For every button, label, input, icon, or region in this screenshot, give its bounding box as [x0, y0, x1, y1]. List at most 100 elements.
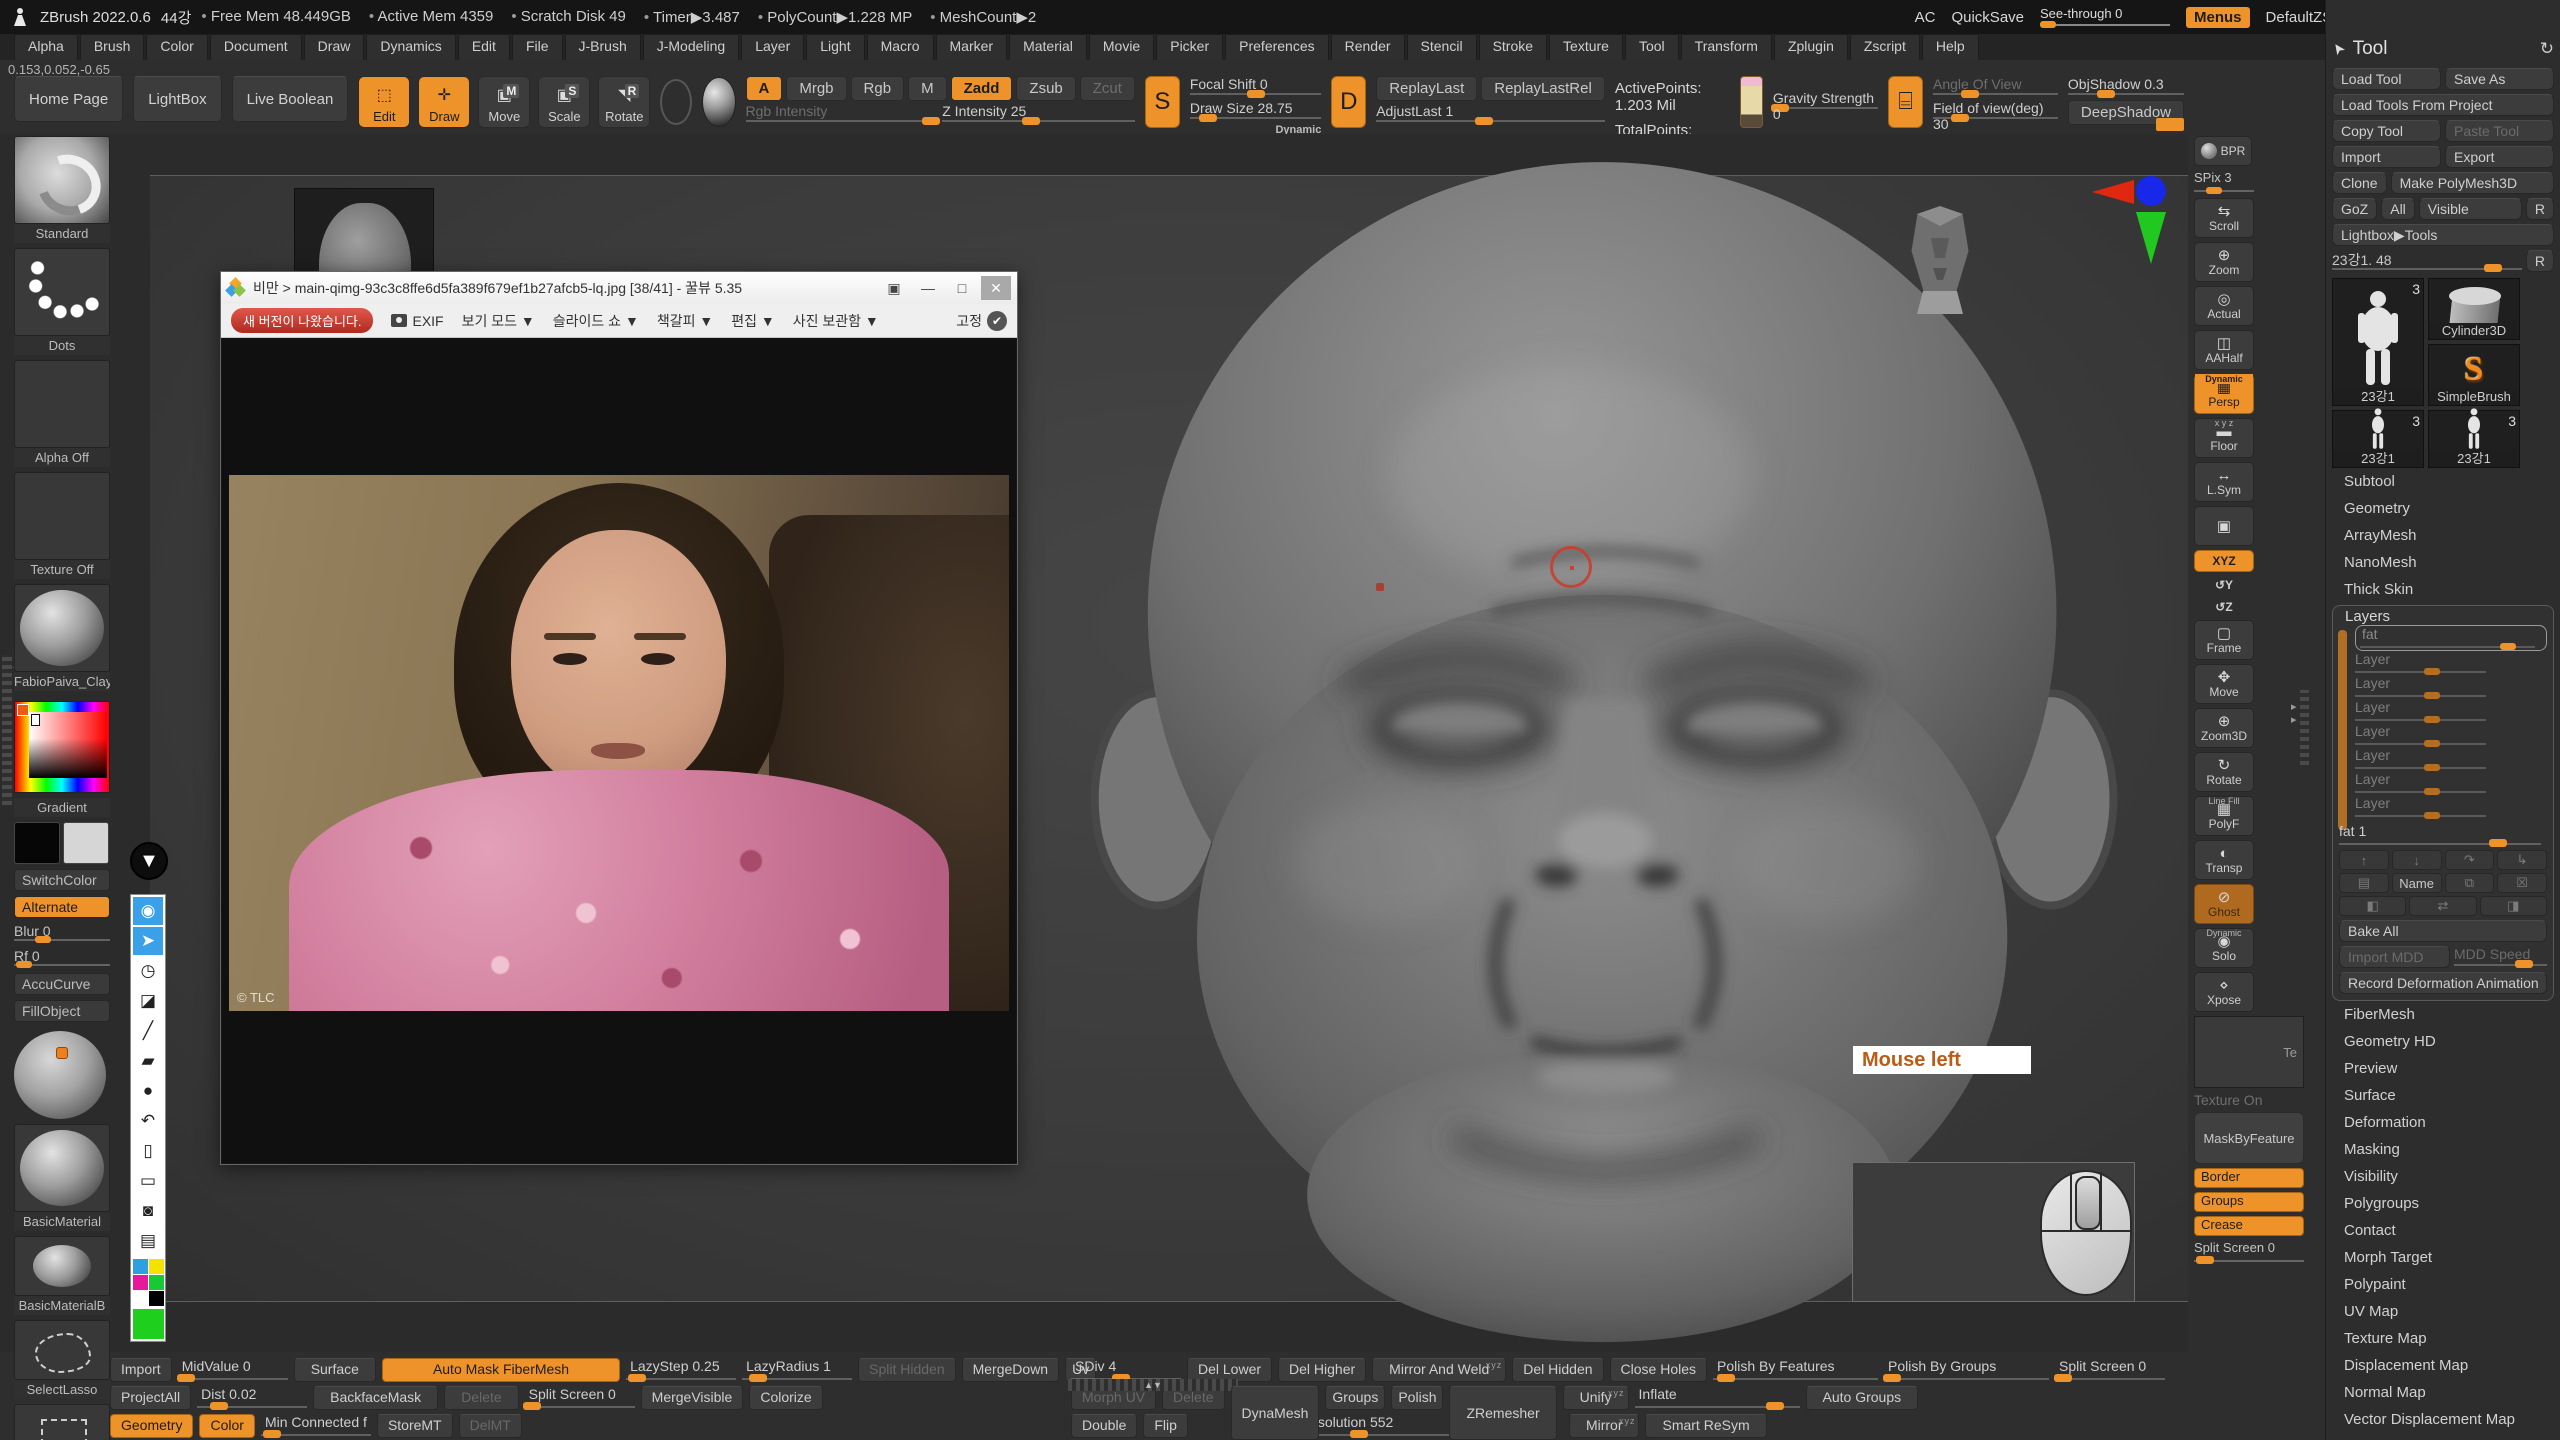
bottom-bar-item[interactable]: Flip: [1143, 1414, 1188, 1438]
z-intensity-slider[interactable]: Z Intensity 25: [942, 103, 1135, 125]
bottom-bar-item[interactable]: Smart ReSym: [1645, 1414, 1766, 1438]
zcut-toggle[interactable]: Zcut: [1080, 76, 1135, 101]
layer-misc-button[interactable]: ◨: [2480, 896, 2547, 916]
whiteboard-icon[interactable]: ▭: [133, 1167, 163, 1195]
alternate-button[interactable]: Alternate: [14, 896, 110, 918]
bottom-bar-item[interactable]: MidValue 0: [178, 1358, 288, 1382]
menu-item[interactable]: Material: [1009, 34, 1087, 60]
strip-button[interactable]: ⋄ Xpose: [2194, 972, 2254, 1012]
tool-panel-section[interactable]: FiberMesh: [2332, 1001, 2554, 1028]
stroke-preview-icon[interactable]: [702, 77, 736, 127]
lightbox-tools-button[interactable]: Lightbox▶Tools: [2332, 224, 2554, 246]
menu-item[interactable]: Picker: [1156, 34, 1223, 60]
viewer-menu-item[interactable]: 편집 ▼: [731, 311, 775, 331]
bottom-bar-item[interactable]: Inflate: [1635, 1386, 1800, 1410]
layer-misc-button[interactable]: ⇄: [2409, 896, 2476, 916]
gravity-pencil-icon[interactable]: [1740, 76, 1763, 128]
eye-icon[interactable]: ◉: [133, 897, 163, 925]
rgb-toggle[interactable]: Rgb: [851, 76, 905, 101]
strip-button[interactable]: ▣: [2194, 506, 2254, 546]
strip-button[interactable]: ▢ Frame: [2194, 620, 2254, 660]
bottom-bar-item[interactable]: Polish: [1391, 1386, 1443, 1410]
shelf-item[interactable]: Standard: [14, 136, 110, 243]
bottom-bar-item[interactable]: BackfaceMask: [313, 1386, 438, 1410]
strip-button[interactable]: ⊕ Zoom: [2194, 242, 2254, 282]
import-button[interactable]: Import: [2332, 146, 2441, 168]
eraser-icon[interactable]: ◪: [133, 987, 163, 1015]
tool-thumbnail-active[interactable]: 3 23강1: [2332, 278, 2424, 406]
spix-slider[interactable]: SPix 3: [2194, 170, 2254, 194]
tool-panel-section[interactable]: Normal Map: [2332, 1379, 2554, 1406]
bottom-bar-item[interactable]: ZRemesher: [1449, 1386, 1556, 1440]
menu-item[interactable]: Alpha: [14, 34, 78, 60]
shelf-item[interactable]: BasicMaterialB: [14, 1236, 110, 1315]
viewer-fullscreen-button[interactable]: ▣: [879, 276, 909, 300]
layer-row[interactable]: Layer: [2355, 771, 2547, 795]
clone-button[interactable]: Clone: [2332, 172, 2387, 194]
shelf-item[interactable]: Alpha Off: [14, 360, 110, 467]
blur-slider[interactable]: Blur 0: [14, 923, 110, 943]
menu-item[interactable]: Document: [210, 34, 302, 60]
divider-arrow-icon[interactable]: ▸▸: [2291, 700, 2297, 726]
field-of-view-slider[interactable]: Field of view(deg) 30: [1933, 100, 2058, 122]
tool-panel-section[interactable]: UV Map: [2332, 1298, 2554, 1325]
left-divider-handle[interactable]: [2, 655, 12, 805]
strip-button[interactable]: ⊕ Zoom3D: [2194, 708, 2254, 748]
goz-visible-button[interactable]: Visible: [2419, 198, 2522, 220]
layer-intensity-slider[interactable]: fat 1: [2339, 823, 2547, 847]
bottom-bar-item[interactable]: Del Hidden: [1512, 1358, 1603, 1382]
tool-panel-section[interactable]: Morph Target: [2332, 1244, 2554, 1271]
timer-off-icon[interactable]: ◷: [133, 957, 163, 985]
bottom-bar-item[interactable]: Del Higher: [1278, 1358, 1366, 1382]
strip-button[interactable]: ↔ L.Sym: [2194, 462, 2254, 502]
tool-panel-section[interactable]: Surface: [2332, 1082, 2554, 1109]
tool-panel-section[interactable]: Masking: [2332, 1136, 2554, 1163]
camera-view-icon[interactable]: ⌸: [1888, 76, 1923, 128]
menu-item[interactable]: Movie: [1089, 34, 1154, 60]
brush-s-icon[interactable]: S: [1145, 76, 1180, 128]
switch-color-button[interactable]: SwitchColor: [14, 869, 110, 891]
copy-tool-button[interactable]: Copy Tool: [2332, 120, 2441, 142]
bottom-bar-item[interactable]: Resolution 552: [1296, 1414, 1461, 1438]
shelf-item[interactable]: FabioPaiva_Clay2: [14, 584, 110, 691]
color-swatch[interactable]: [133, 1291, 148, 1306]
tool-thumbnail-cylinder[interactable]: Cylinder3D: [2428, 278, 2520, 340]
tool-item-slider[interactable]: 23강1. 48: [2332, 250, 2522, 272]
shelf-item[interactable]: SelectLasso: [14, 1320, 110, 1399]
bottom-bar-item[interactable]: Auto Groups: [1806, 1386, 1919, 1410]
bottom-bar-item[interactable]: Split Hidden: [858, 1358, 956, 1382]
tool-panel-section[interactable]: Geometry: [2332, 495, 2554, 522]
adjust-last-slider[interactable]: AdjustLast 1: [1376, 103, 1605, 125]
menu-item[interactable]: Brush: [80, 34, 145, 60]
highlighter-icon[interactable]: ▰: [133, 1047, 163, 1075]
menu-item[interactable]: Preferences: [1225, 34, 1328, 60]
export-button[interactable]: Export: [2445, 146, 2554, 168]
layer-row[interactable]: Layer: [2355, 795, 2547, 819]
bottom-bar-item[interactable]: Split Screen 0: [525, 1386, 635, 1410]
layers-scrollbar[interactable]: [2338, 630, 2347, 830]
viewer-update-button[interactable]: 새 버전이 나왔습니다.: [231, 308, 373, 333]
bottom-bar-item[interactable]: Colorize: [749, 1386, 822, 1410]
layer-row-active[interactable]: fat: [2355, 625, 2547, 651]
bottom-bar-item[interactable]: Color: [199, 1414, 254, 1438]
color-swatch[interactable]: [133, 1259, 148, 1274]
tool-panel-section[interactable]: Display Properties: [2332, 1433, 2554, 1440]
bottom-bar-item[interactable]: ProjectAll: [110, 1386, 191, 1410]
menu-item[interactable]: Zscript: [1850, 34, 1920, 60]
layers-title[interactable]: Layers: [2339, 608, 2547, 625]
layer-row[interactable]: Layer: [2355, 699, 2547, 723]
tool-panel-section[interactable]: Geometry HD: [2332, 1028, 2554, 1055]
camera-icon[interactable]: ◙: [133, 1197, 163, 1225]
viewer-close-button[interactable]: ✕: [981, 276, 1011, 300]
axis-gizmo[interactable]: [2092, 174, 2172, 284]
bottom-bar-item[interactable]: MergeDown: [962, 1358, 1059, 1382]
viewer-menu-item[interactable]: 사진 보관함 ▼: [793, 311, 879, 331]
zadd-toggle[interactable]: Zadd: [951, 76, 1013, 101]
shelf-item[interactable]: BasicMaterial: [14, 1124, 110, 1231]
bottom-bar-item[interactable]: Delete: [444, 1386, 518, 1410]
menu-item[interactable]: Zplugin: [1774, 34, 1848, 60]
tool-panel-section[interactable]: Preview: [2332, 1055, 2554, 1082]
layer-row[interactable]: Layer: [2355, 723, 2547, 747]
split-screen-slider[interactable]: Split Screen 0: [2194, 1240, 2304, 1264]
panel-refresh-icon[interactable]: ↻: [2540, 39, 2554, 59]
